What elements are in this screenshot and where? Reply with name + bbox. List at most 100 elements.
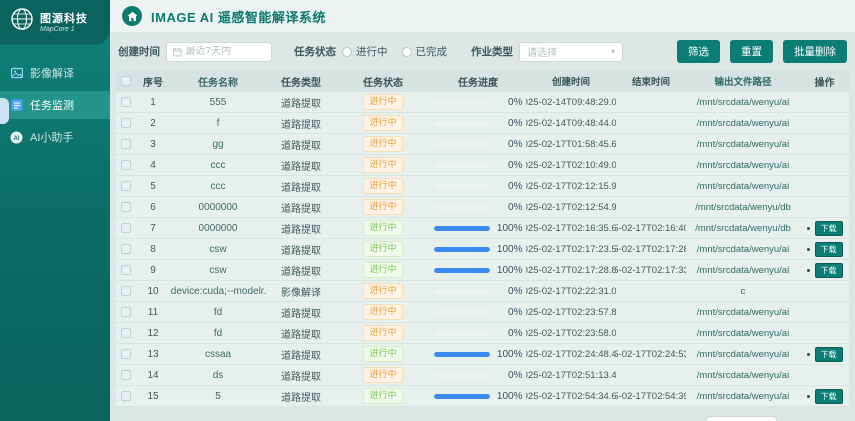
column-header: 序号 (136, 70, 170, 92)
row-checkbox[interactable] (121, 160, 131, 170)
row-actions (800, 113, 849, 133)
task-name: gg (170, 134, 266, 154)
column-header: 任务类型 (266, 70, 336, 92)
radio-completed[interactable]: 已完成 (402, 44, 448, 59)
filter-button[interactable]: 筛选 (677, 40, 720, 63)
sidebar-item-label: 影像解译 (30, 65, 74, 81)
download-button[interactable]: 下载 (815, 221, 843, 236)
download-button[interactable]: 下载 (815, 263, 843, 278)
row-index: 11 (136, 302, 170, 322)
status-dot (807, 269, 810, 272)
status-dot (807, 248, 810, 251)
progress-text: 100% (495, 244, 523, 255)
output-path: /mnt/srcdata/wenyu/ai (686, 365, 800, 385)
row-checkbox[interactable] (121, 181, 131, 191)
column-header: 操作 (800, 70, 849, 92)
column-header: 任务进度 (430, 70, 526, 92)
progress-text: 100% (495, 391, 523, 402)
progress-text: 100% (495, 265, 523, 276)
end-time (616, 92, 686, 112)
status-badge: 进行中 (363, 367, 402, 383)
sidebar-nav: 影像解译 任务监测 AI AI小助手 (0, 59, 110, 151)
sidebar-item-task-monitor[interactable]: 任务监测 (0, 91, 110, 119)
task-type: 道路提取 (266, 155, 336, 175)
row-checkbox[interactable] (121, 202, 131, 212)
created-time: 2025-02-14T09:48:29.0... (526, 92, 616, 112)
row-checkbox[interactable] (121, 265, 131, 275)
download-button[interactable]: 下载 (815, 347, 843, 362)
row-checkbox[interactable] (121, 118, 131, 128)
row-actions (800, 281, 849, 301)
task-type: 道路提取 (266, 134, 336, 154)
output-path: /mnt/srcdata/wenyu/ai (686, 344, 800, 364)
row-checkbox[interactable] (121, 244, 131, 254)
progress-text: 100% (495, 223, 523, 234)
output-path: /mnt/srcdata/wenyu/ai (686, 260, 800, 280)
sidebar-item-ai-assistant[interactable]: AI AI小助手 (0, 123, 110, 151)
progress-text: 100% (495, 349, 523, 360)
logo-subtitle: MapCore 1 (40, 26, 88, 33)
progress-bar (434, 226, 490, 231)
home-button[interactable] (122, 6, 142, 26)
progress-bar (434, 289, 490, 294)
row-actions (800, 197, 849, 217)
row-checkbox[interactable] (121, 286, 131, 296)
task-name: 5 (170, 386, 266, 406)
logo-title: 图源科技 (40, 10, 88, 26)
radio-label: 进行中 (356, 44, 388, 59)
date-range-field[interactable] (186, 46, 265, 57)
created-time: 2025-02-17T02:17:23.5... (526, 239, 616, 259)
page-size-select[interactable]: 100条/页 ▾ (706, 416, 777, 421)
created-time: 2025-02-17T02:10:49.0... (526, 155, 616, 175)
row-index: 1 (136, 92, 170, 112)
row-checkbox[interactable] (121, 328, 131, 338)
download-button[interactable]: 下载 (815, 242, 843, 257)
progress-text: 0% (495, 370, 523, 381)
table-row: 1 555 道路提取 进行中 0% 2025-02-14T09:48:29.0.… (116, 92, 849, 113)
table-row: 12 fd 道路提取 进行中 0% 2025-02-17T02:23:58.0.… (116, 323, 849, 344)
row-checkbox[interactable] (121, 97, 131, 107)
select-all-checkbox[interactable] (121, 76, 131, 86)
progress-bar (434, 373, 490, 378)
task-table-body: 1 555 道路提取 进行中 0% 2025-02-14T09:48:29.0.… (116, 92, 849, 407)
row-checkbox[interactable] (121, 349, 131, 359)
row-index: 13 (136, 344, 170, 364)
row-actions: 下载 (800, 218, 849, 238)
table-row: 8 csw 道路提取 进行中 100% 2025-02-17T02:17:23.… (116, 239, 849, 260)
column-header: 任务名称 (170, 70, 266, 92)
row-checkbox[interactable] (121, 391, 131, 401)
sidebar-collapse-handle[interactable] (0, 98, 9, 124)
created-time: 2025-02-17T02:12:15.9... (526, 176, 616, 196)
output-path: /mnt/srcdata/wenyu/ai (686, 323, 800, 343)
download-button[interactable]: 下载 (815, 389, 843, 404)
row-checkbox[interactable] (121, 139, 131, 149)
table-row: 15 5 道路提取 进行中 100% 2025-02-17T02:54:34.6… (116, 386, 849, 407)
progress-text: 0% (495, 160, 523, 171)
task-type: 道路提取 (266, 239, 336, 259)
task-name: csw (170, 239, 266, 259)
row-index: 12 (136, 323, 170, 343)
job-type-select[interactable]: 请选择 ▾ (519, 42, 623, 62)
end-time (616, 197, 686, 217)
row-index: 7 (136, 218, 170, 238)
created-time: 2025-02-17T02:22:31.0... (526, 281, 616, 301)
task-type: 道路提取 (266, 386, 336, 406)
batch-delete-button[interactable]: 批量删除 (783, 40, 847, 63)
end-time (616, 281, 686, 301)
row-checkbox[interactable] (121, 223, 131, 233)
end-time (616, 134, 686, 154)
output-path: /mnt/srcdata/wenyu/db (686, 197, 800, 217)
select-placeholder: 请选择 (527, 44, 557, 59)
row-checkbox[interactable] (121, 370, 131, 380)
reset-button[interactable]: 重置 (730, 40, 773, 63)
row-checkbox[interactable] (121, 307, 131, 317)
home-icon (127, 11, 138, 22)
output-path: /mnt/srcdata/wenyu/ai (686, 302, 800, 322)
end-time: 2025-02-17T02:17:28.5... (616, 239, 686, 259)
table-row: 14 ds 道路提取 进行中 0% 2025-02-17T02:51:13.4.… (116, 365, 849, 386)
row-index: 5 (136, 176, 170, 196)
radio-in-progress[interactable]: 进行中 (342, 44, 388, 59)
progress-bar (434, 184, 490, 189)
sidebar-item-image-interpretation[interactable]: 影像解译 (0, 59, 110, 87)
date-range-input[interactable] (166, 42, 272, 62)
